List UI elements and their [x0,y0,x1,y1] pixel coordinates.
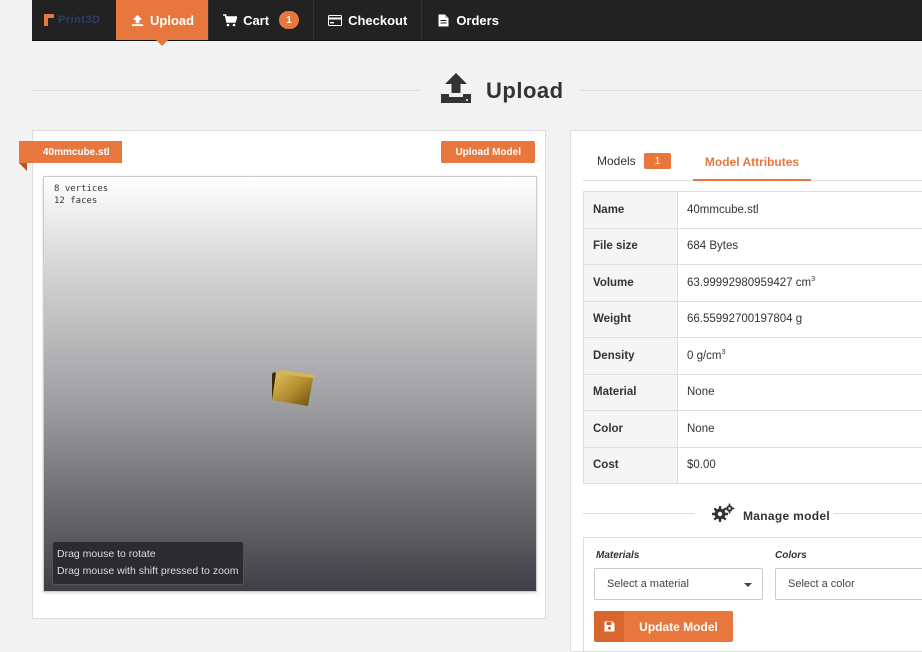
cube-model[interactable] [272,369,316,409]
viewer-hint: Drag mouse to rotate Drag mouse with shi… [52,541,244,585]
tab-models[interactable]: Models 1 [597,153,672,169]
table-row: Material None [583,373,922,411]
update-model-button[interactable]: Update Model [594,611,733,642]
cart-icon [223,13,238,27]
attr-value: None [677,373,922,411]
attr-value: 684 Bytes [677,227,922,265]
attr-value: None [677,410,922,448]
density-value: 0 g/cm [687,350,722,363]
table-row: Weight 66.55992700197804 g [583,300,922,338]
tab-model-attributes[interactable]: Model Attributes [693,145,811,181]
mesh-stats: 8 vertices 12 faces [54,183,108,207]
chevron-down-icon [744,583,752,587]
attr-key: Density [583,337,678,375]
save-icon [594,611,624,642]
gears-icon [711,503,735,528]
vertex-count: 8 vertices [54,184,109,194]
table-row: File size 684 Bytes [583,227,922,265]
document-icon [436,13,450,27]
material-select[interactable]: Select a material [594,568,763,600]
nav-item-label: Cart [243,12,270,28]
materials-label: Materials [596,550,640,561]
attr-key: Volume [583,264,678,302]
nav-item-label: Orders [456,12,499,28]
nav-item-label: Upload [150,12,195,28]
nav-item-orders[interactable]: Orders [421,0,513,40]
hint-rotate: Drag mouse to rotate [57,548,156,560]
attr-value: 0 g/cm3 [677,337,922,375]
attr-key: Name [583,191,678,229]
attr-key: Cost [583,446,678,484]
manage-model-form: Materials Colors Select a material Selec… [583,537,922,652]
table-row: Color None [583,410,922,448]
brand-logo[interactable]: Print3D [32,0,116,40]
attr-value: 40mmcube.stl [677,191,922,229]
credit-card-icon [328,13,343,27]
page-title-row: Upload [32,72,922,112]
model-viewer-panel: 40mmcube.stl Upload Model 8 vertices 12 … [19,130,546,619]
unit-exponent: 3 [811,276,815,284]
divider [833,513,922,514]
table-row: Cost $0.00 [583,446,922,484]
attr-key: Color [583,410,678,448]
attr-key: File size [583,227,678,265]
top-navbar: Print3D Upload Cart 1 Checkout Orders [32,0,922,46]
attr-value: $0.00 [677,446,922,484]
upload-icon [440,72,472,109]
attributes-table: Name 40mmcube.stl File size 684 Bytes Vo… [583,191,922,484]
cart-count-badge: 1 [279,11,300,29]
colors-label: Colors [775,550,807,561]
material-select-value: Select a material [607,578,689,590]
nav-item-label: Checkout [348,12,408,28]
models-count-badge: 1 [643,153,672,169]
page-title: Upload [486,77,564,103]
brand-name: Print3D [58,14,101,26]
tab-bar: Models 1 Model Attributes [583,145,922,181]
nav-item-cart[interactable]: Cart 1 [208,0,313,40]
divider [580,90,922,91]
color-select[interactable]: Select a color [775,568,922,600]
manage-model-header: Manage model [583,501,922,525]
3d-viewer-canvas[interactable]: 8 vertices 12 faces Drag mouse to rotate… [43,176,537,592]
upload-model-button[interactable]: Upload Model [441,141,535,163]
table-row: Name 40mmcube.stl [583,191,922,229]
manage-title-block: Manage model [711,503,830,528]
attr-key: Weight [583,300,678,338]
table-row: Density 0 g/cm3 [583,337,922,375]
page-title-block: Upload [440,72,564,109]
nav-item-checkout[interactable]: Checkout [313,0,421,40]
divider [32,90,420,91]
table-row: Volume 63.99992980959427 cm3 [583,264,922,302]
attr-key: Material [583,373,678,411]
manage-model-title: Manage model [743,508,830,523]
unit-exponent: 3 [721,349,726,357]
file-name-tag: 40mmcube.stl [19,141,122,171]
upload-icon [130,13,144,27]
logo-mark-icon [44,14,54,26]
divider [583,513,695,514]
attr-value: 66.55992700197804 g [677,300,922,338]
volume-value: 63.99992980959427 cm [687,277,812,290]
update-model-label: Update Model [639,619,718,634]
tab-label: Models [597,154,636,168]
attr-value: 63.99992980959427 cm3 [677,264,922,302]
face-count: 12 faces [54,196,98,206]
color-select-value: Select a color [788,578,855,590]
model-info-panel: Models 1 Model Attributes Name 40mmcube.… [570,130,922,652]
hint-zoom: Drag mouse with shift pressed to zoom [57,565,239,577]
nav-item-upload[interactable]: Upload [116,0,209,46]
